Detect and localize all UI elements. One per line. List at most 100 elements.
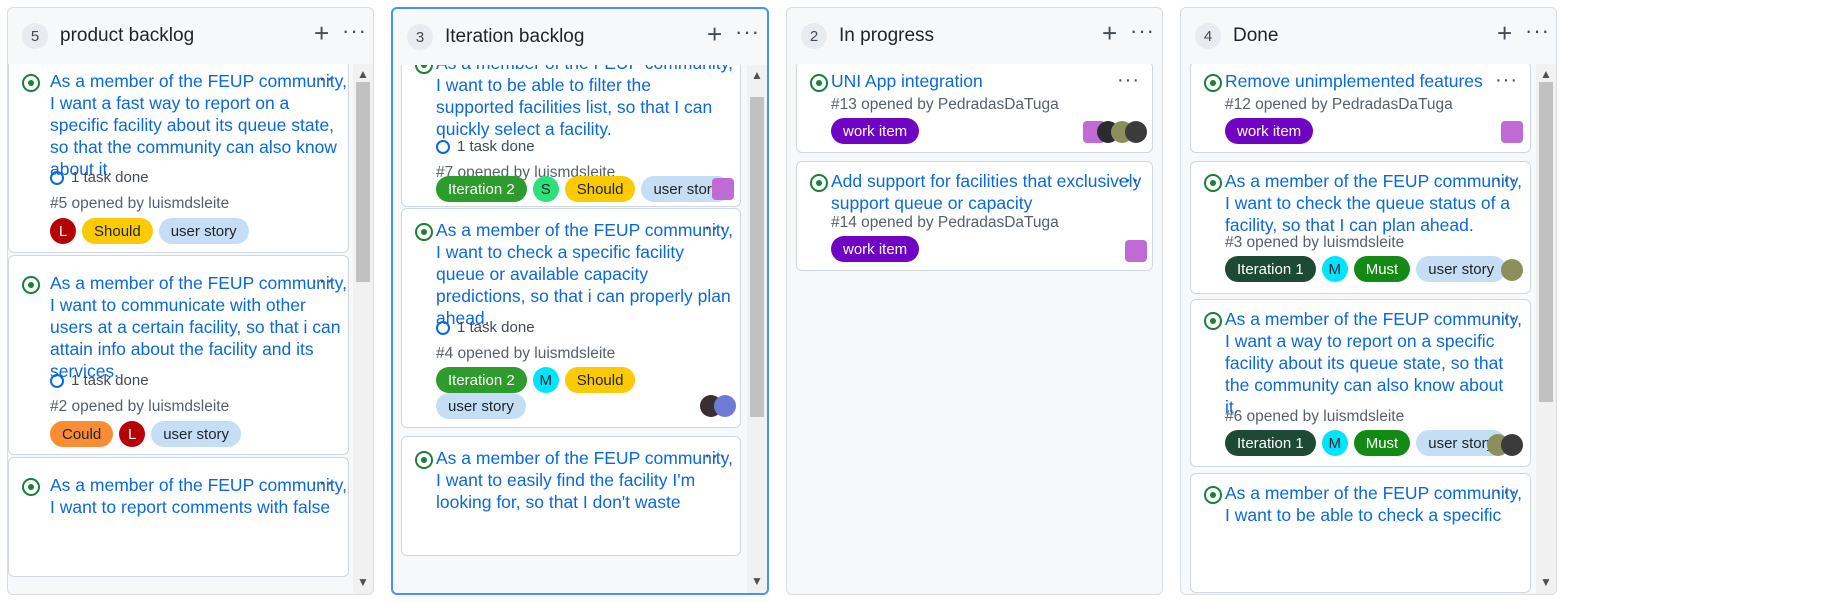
issue-card[interactable]: As a member of the FEUP community, I wan… <box>401 436 741 556</box>
scroll-up-arrow-icon[interactable]: ▲ <box>1540 68 1552 80</box>
issue-card[interactable]: As a member of the FEUP community, I wan… <box>8 255 349 455</box>
card-menu-icon[interactable]: ··· <box>1495 70 1518 90</box>
issue-title-link[interactable]: UNI App integration <box>831 70 983 92</box>
label-user-story[interactable]: user story <box>151 421 242 447</box>
label-user-story[interactable]: user story <box>436 393 526 419</box>
card-menu-icon[interactable]: ··· <box>1117 170 1140 190</box>
scrollbar[interactable]: ▲ ▼ <box>1536 64 1556 594</box>
label-work-item[interactable]: work item <box>1225 118 1314 144</box>
issue-card[interactable]: As a member of the FEUP community, I wan… <box>401 65 741 207</box>
column-done: 4 Done + ··· Remove unimplemented featur… <box>1180 7 1557 595</box>
issue-card[interactable]: As a member of the FEUP community, I wan… <box>401 208 741 428</box>
column-menu-icon[interactable]: ··· <box>342 18 367 44</box>
label-M[interactable]: M <box>1321 256 1348 282</box>
card-menu-icon[interactable]: ··· <box>704 218 727 238</box>
open-issue-icon <box>1204 486 1222 504</box>
label-L[interactable]: L <box>50 218 76 244</box>
scroll-down-arrow-icon[interactable]: ▼ <box>751 575 763 587</box>
scroll-thumb[interactable] <box>356 82 370 282</box>
card-menu-icon[interactable]: ··· <box>311 473 334 493</box>
add-item-icon[interactable]: + <box>1102 20 1117 46</box>
column-count-badge: 2 <box>801 23 827 49</box>
scroll-up-arrow-icon[interactable]: ▲ <box>357 68 369 80</box>
issue-title-link[interactable]: As a member of the FEUP community, I wan… <box>1225 482 1522 526</box>
issue-card[interactable]: As a member of the FEUP community, I wan… <box>1190 473 1531 593</box>
card-menu-icon[interactable]: ··· <box>1495 170 1518 190</box>
label-iteration-2[interactable]: Iteration 2 <box>436 176 527 202</box>
label-user-story[interactable]: user story <box>158 218 249 244</box>
label-work-item[interactable]: work item <box>831 236 920 262</box>
card-menu-icon[interactable]: ··· <box>1117 70 1140 90</box>
column-iteration-backlog: 3 Iteration backlog + ··· As a member of… <box>391 7 769 595</box>
label-M[interactable]: M <box>1321 430 1348 456</box>
label-must[interactable]: Must <box>1353 430 1411 456</box>
issue-title-link[interactable]: Add support for facilities that exclusiv… <box>831 170 1141 214</box>
label-could[interactable]: Could <box>50 421 114 447</box>
issue-title-link[interactable]: As a member of the FEUP community, I wan… <box>50 474 347 518</box>
label-user-story[interactable]: user story <box>1416 256 1507 282</box>
card-menu-icon[interactable]: ··· <box>704 446 727 466</box>
scrollbar[interactable]: ▲ ▼ <box>747 65 767 593</box>
add-item-icon[interactable]: + <box>707 21 722 47</box>
task-progress-text: 1 task done <box>457 138 535 155</box>
scroll-down-arrow-icon[interactable]: ▼ <box>1540 576 1552 588</box>
issue-card[interactable]: As a member of the FEUP community, I wan… <box>1190 161 1531 294</box>
issue-title-link[interactable]: Remove unimplemented features <box>1225 70 1483 92</box>
task-progress: 1 task done <box>436 319 535 336</box>
card-menu-icon[interactable]: ··· <box>1495 482 1518 502</box>
scrollbar[interactable]: ▲ ▼ <box>353 64 373 594</box>
open-issue-icon <box>1204 74 1222 92</box>
issue-title-link[interactable]: As a member of the FEUP community, I wan… <box>50 70 347 180</box>
label-iteration-2[interactable]: Iteration 2 <box>436 367 527 393</box>
issue-card[interactable]: As a member of the FEUP community, I wan… <box>8 64 349 253</box>
label-should[interactable]: Should <box>564 176 636 202</box>
issue-title-link[interactable]: As a member of the FEUP community, I wan… <box>50 272 347 382</box>
label-iteration-1[interactable]: Iteration 1 <box>1225 256 1316 282</box>
label-iteration-1[interactable]: Iteration 1 <box>1225 430 1316 456</box>
issue-meta: #4 opened by luismdsleite <box>436 345 616 362</box>
scroll-thumb[interactable] <box>1539 82 1553 402</box>
column-header: 3 Iteration backlog + ··· <box>393 9 767 65</box>
card-menu-icon[interactable]: ··· <box>311 271 334 291</box>
label-list: Iteration 1 M Must user story <box>1225 256 1507 282</box>
add-item-icon[interactable]: + <box>1497 20 1512 46</box>
issue-card[interactable]: Add support for facilities that exclusiv… <box>796 161 1153 271</box>
scroll-down-arrow-icon[interactable]: ▼ <box>357 576 369 588</box>
card-menu-icon[interactable]: ··· <box>311 69 334 89</box>
issue-title-link[interactable]: As a member of the FEUP community, I wan… <box>436 447 733 513</box>
issue-card[interactable]: As a member of the FEUP community, I wan… <box>8 457 349 577</box>
label-should[interactable]: Should <box>564 367 636 393</box>
open-issue-icon <box>1204 312 1222 330</box>
open-issue-icon <box>415 223 433 241</box>
label-M[interactable]: M <box>532 367 559 393</box>
task-progress-icon <box>50 170 64 185</box>
assignee-avatar <box>1501 121 1523 143</box>
column-menu-icon[interactable]: ··· <box>1525 18 1550 44</box>
label-must[interactable]: Must <box>1353 256 1411 282</box>
column-header: 2 In progress + ··· <box>787 8 1162 64</box>
add-item-icon[interactable]: + <box>314 20 329 46</box>
label-work-item[interactable]: work item <box>831 118 920 144</box>
label-list: L Should user story <box>50 218 249 244</box>
issue-card[interactable]: As a member of the FEUP community, I wan… <box>1190 299 1531 467</box>
issue-title-link[interactable]: As a member of the FEUP community, I wan… <box>436 219 733 329</box>
column-title: product backlog <box>60 25 195 46</box>
issue-title-link[interactable]: As a member of the FEUP community, I wan… <box>1225 170 1522 236</box>
label-list: work item <box>831 236 920 262</box>
task-progress-text: 1 task done <box>71 372 149 389</box>
issue-meta: #13 opened by PedradasDaTuga <box>831 96 1059 113</box>
open-issue-icon <box>1204 174 1222 192</box>
issue-title-link[interactable]: As a member of the FEUP community, I wan… <box>436 65 733 140</box>
scroll-thumb[interactable] <box>750 97 764 417</box>
label-S[interactable]: S <box>532 176 559 202</box>
label-L[interactable]: L <box>119 421 146 447</box>
scroll-up-arrow-icon[interactable]: ▲ <box>751 69 763 81</box>
issue-title-link[interactable]: As a member of the FEUP community, I wan… <box>1225 308 1522 418</box>
issue-card[interactable]: Remove unimplemented features ··· #12 op… <box>1190 64 1531 153</box>
card-list: UNI App integration ··· #13 opened by Pe… <box>787 64 1162 594</box>
column-menu-icon[interactable]: ··· <box>735 19 760 45</box>
column-menu-icon[interactable]: ··· <box>1130 18 1155 44</box>
label-should[interactable]: Should <box>82 218 153 244</box>
issue-card[interactable]: UNI App integration ··· #13 opened by Pe… <box>796 64 1153 153</box>
card-menu-icon[interactable]: ··· <box>1495 308 1518 328</box>
